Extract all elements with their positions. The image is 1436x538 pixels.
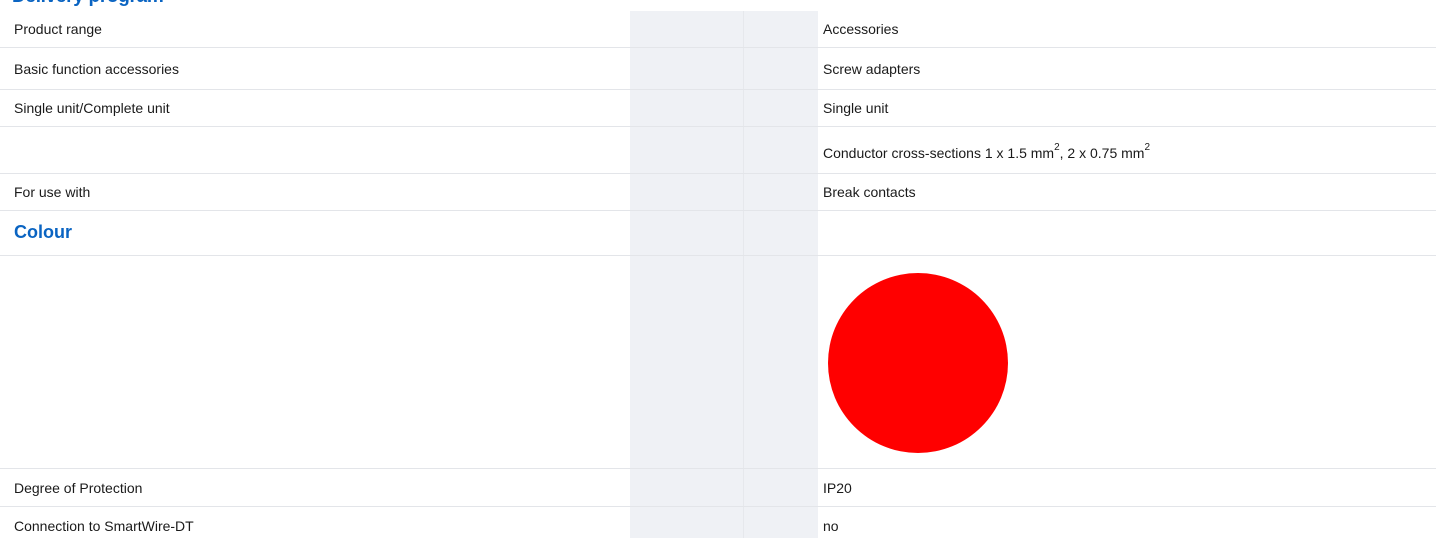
spec-value: Conductor cross-sections 1 x 1.5 mm2, 2 … bbox=[823, 142, 1151, 161]
spec-label: Degree of Protection bbox=[14, 480, 143, 496]
spec-value: Single unit bbox=[823, 100, 889, 116]
colour-swatch-row bbox=[0, 256, 1436, 469]
spec-value: Accessories bbox=[823, 21, 899, 37]
spec-label: Product range bbox=[14, 21, 102, 37]
spec-row-for-use-with: For use with Break contacts bbox=[0, 174, 1436, 211]
spec-label: Connection to SmartWire-DT bbox=[14, 518, 194, 534]
spec-value: no bbox=[823, 518, 839, 534]
spec-row-degree-of-protection: Degree of Protection IP20 bbox=[0, 469, 1436, 507]
spec-row-single-unit: Single unit/Complete unit Single unit bbox=[0, 90, 1436, 127]
section-heading-delivery-program: Delivery program bbox=[12, 0, 164, 10]
section-title: Colour bbox=[14, 222, 72, 242]
spec-label: Single unit/Complete unit bbox=[14, 100, 170, 116]
spec-value: Break contacts bbox=[823, 184, 916, 200]
superscript: 2 bbox=[1144, 142, 1151, 154]
spec-row-smartwire: Connection to SmartWire-DT no bbox=[0, 507, 1436, 538]
spec-row-conductor-cross-sections: Conductor cross-sections 1 x 1.5 mm2, 2 … bbox=[0, 127, 1436, 174]
spec-row-basic-function: Basic function accessories Screw adapter… bbox=[0, 48, 1436, 90]
colour-swatch bbox=[828, 273, 1008, 453]
product-spec-page: Delivery program Product range Accessori… bbox=[0, 0, 1436, 538]
spec-row-product-range: Product range Accessories bbox=[0, 11, 1436, 48]
spec-label: Basic function accessories bbox=[14, 61, 179, 77]
section-row-colour: Colour bbox=[0, 211, 1436, 256]
superscript: 2 bbox=[1054, 142, 1060, 154]
spec-value: IP20 bbox=[823, 480, 852, 496]
spec-value: Screw adapters bbox=[823, 61, 921, 77]
value-text: , 2 x 0.75 mm bbox=[1059, 145, 1145, 161]
value-text: Conductor cross-sections 1 x 1.5 mm bbox=[823, 145, 1055, 161]
spec-table: Product range Accessories Basic function… bbox=[0, 11, 1436, 538]
spec-label: For use with bbox=[14, 184, 91, 200]
